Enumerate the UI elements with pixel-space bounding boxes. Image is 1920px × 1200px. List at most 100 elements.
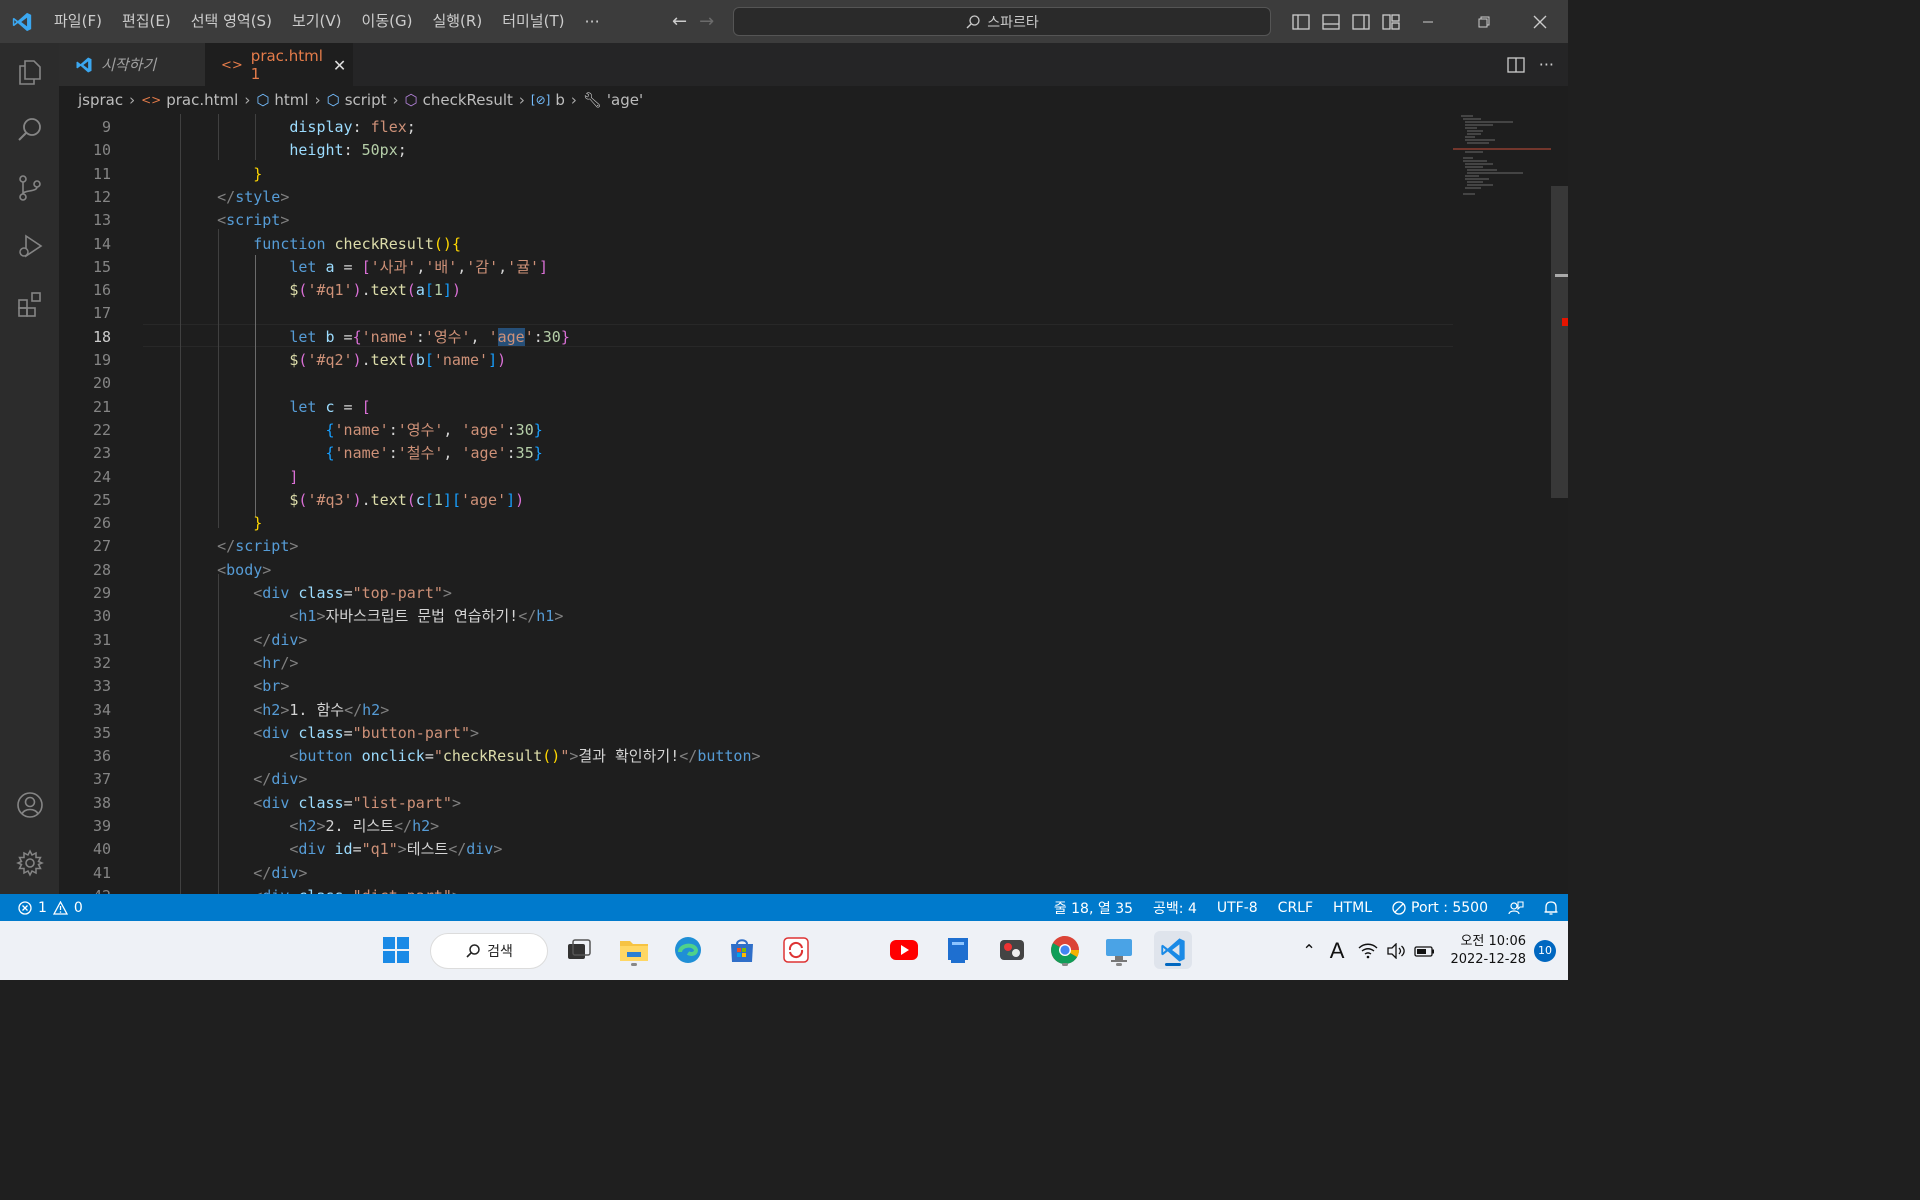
breadcrumb-variable[interactable]: [⊘] b bbox=[531, 91, 565, 109]
breadcrumb-function[interactable]: ⬡ checkResult bbox=[405, 91, 513, 109]
search-view-icon[interactable] bbox=[0, 101, 59, 159]
code-line[interactable]: </div> bbox=[181, 768, 307, 791]
close-window-icon[interactable] bbox=[1512, 0, 1568, 43]
breadcrumb-file[interactable]: <> prac.html bbox=[141, 91, 238, 109]
code-editor[interactable]: 9 10 11 12 13 14 15 16 17 18 19 20 21 22 23 24 25 26 27 28 2… bbox=[59, 114, 1568, 894]
code-line[interactable]: <h2>2. 리스트</h2> bbox=[181, 815, 439, 838]
task-view-icon[interactable] bbox=[560, 931, 598, 969]
feedback-icon[interactable] bbox=[1498, 900, 1534, 916]
restore-icon[interactable] bbox=[1456, 0, 1512, 43]
toggle-primary-sidebar-icon[interactable] bbox=[1290, 11, 1312, 33]
code-line[interactable]: <hr/> bbox=[181, 652, 298, 675]
eol-setting[interactable]: CRLF bbox=[1268, 900, 1323, 916]
code-line[interactable]: <div class="button-part"> bbox=[181, 722, 479, 745]
cursor-position[interactable]: 줄 18, 열 35 bbox=[1044, 898, 1143, 918]
youtube-icon[interactable] bbox=[885, 931, 923, 969]
code-line[interactable]: <h1>자바스크립트 문법 연습하기!</h1> bbox=[181, 605, 563, 628]
code-line[interactable]: $('#q3').text(c[1]['age']) bbox=[181, 489, 524, 512]
windows-start-icon[interactable] bbox=[377, 931, 415, 969]
menu-view[interactable]: 보기(V) bbox=[282, 0, 352, 43]
explorer-icon[interactable] bbox=[0, 43, 59, 101]
code-line[interactable]: <div class="dict-part"> bbox=[181, 885, 461, 894]
menu-selection[interactable]: 선택 영역(S) bbox=[181, 0, 282, 43]
code-line[interactable]: } bbox=[181, 163, 262, 186]
live-server-port[interactable]: Port : 5500 bbox=[1382, 900, 1498, 916]
code-line[interactable]: </script> bbox=[181, 535, 298, 558]
clock[interactable]: 오전 10:06 2022-12-28 bbox=[1450, 933, 1526, 969]
code-line[interactable]: {'name':'영수', 'age':30} bbox=[181, 419, 543, 442]
chevron-up-icon[interactable]: ⌃ bbox=[1302, 941, 1315, 960]
code-line[interactable]: $('#q1').text(a[1]) bbox=[181, 279, 461, 302]
volume-icon[interactable] bbox=[1386, 942, 1406, 959]
chrome-icon[interactable] bbox=[1046, 931, 1084, 969]
menu-run[interactable]: 실행(R) bbox=[422, 0, 492, 43]
encoding-setting[interactable]: UTF-8 bbox=[1207, 900, 1268, 916]
minimize-icon[interactable] bbox=[1400, 0, 1456, 43]
code-line[interactable]: <div class="top-part"> bbox=[181, 582, 452, 605]
taskbar-search[interactable]: 검색 bbox=[430, 933, 548, 969]
breadcrumb-html[interactable]: ⬡ html bbox=[256, 91, 308, 109]
code-line[interactable]: $('#q2').text(b['name']) bbox=[181, 349, 506, 372]
extensions-icon[interactable] bbox=[0, 275, 59, 333]
breadcrumb-property[interactable]: 🔧︎'age' bbox=[583, 91, 643, 109]
wifi-icon[interactable] bbox=[1358, 943, 1378, 959]
edge-browser-icon[interactable] bbox=[669, 931, 707, 969]
back-arrow-icon[interactable]: ← bbox=[672, 11, 687, 32]
close-tab-icon[interactable]: ✕ bbox=[333, 56, 346, 75]
code-line[interactable]: <div id="q1">테스트</div> bbox=[181, 838, 502, 861]
menu-edit[interactable]: 편집(E) bbox=[112, 0, 181, 43]
breadcrumb-folder[interactable]: jsprac bbox=[78, 91, 123, 109]
code-line[interactable]: <script> bbox=[181, 209, 289, 232]
notifications-bell-icon[interactable] bbox=[1534, 900, 1568, 916]
split-editor-icon[interactable] bbox=[1507, 56, 1525, 73]
menu-file[interactable]: 파일(F) bbox=[44, 0, 112, 43]
code-line[interactable]: <br> bbox=[181, 675, 289, 698]
indentation-setting[interactable]: 공백: 4 bbox=[1143, 898, 1207, 918]
notification-badge[interactable]: 10 bbox=[1534, 939, 1556, 962]
microsoft-store-icon[interactable] bbox=[723, 931, 761, 969]
file-explorer-icon[interactable] bbox=[615, 931, 653, 969]
source-control-icon[interactable] bbox=[0, 159, 59, 217]
tab-prac-html[interactable]: <> prac.html 1 ✕ bbox=[205, 43, 353, 86]
breadcrumb-script[interactable]: ⬡ script bbox=[327, 91, 387, 109]
code-line[interactable]: <h2>1. 함수</h2> bbox=[181, 699, 389, 722]
code-line[interactable]: <button onclick="checkResult()">결과 확인하기!… bbox=[181, 745, 760, 768]
code-line[interactable]: ] bbox=[181, 466, 298, 489]
sync-app-icon[interactable] bbox=[777, 931, 815, 969]
customize-layout-icon[interactable] bbox=[1380, 11, 1402, 33]
more-menu-button[interactable]: ··· bbox=[574, 12, 609, 31]
code-line[interactable]: } bbox=[181, 512, 262, 535]
switch-app-icon[interactable] bbox=[993, 931, 1031, 969]
code-line[interactable]: <body> bbox=[181, 559, 271, 582]
more-actions-icon[interactable]: ··· bbox=[1539, 55, 1554, 74]
accounts-icon[interactable] bbox=[0, 776, 59, 834]
code-line[interactable]: let c = [ bbox=[181, 396, 370, 419]
toggle-panel-icon[interactable] bbox=[1320, 11, 1342, 33]
battery-icon[interactable] bbox=[1414, 943, 1436, 959]
problems-indicator[interactable]: 1 0 bbox=[0, 900, 83, 916]
remote-desktop-icon[interactable] bbox=[1100, 931, 1138, 969]
run-debug-icon[interactable] bbox=[0, 217, 59, 275]
forward-arrow-icon[interactable]: → bbox=[699, 11, 714, 32]
code-line[interactable]: height: 50px; bbox=[181, 139, 406, 162]
book-app-icon[interactable] bbox=[939, 931, 977, 969]
language-mode[interactable]: HTML bbox=[1323, 900, 1382, 916]
tab-getting-started[interactable]: 시작하기 bbox=[59, 43, 205, 86]
ime-indicator[interactable]: A bbox=[1330, 938, 1345, 964]
code-line[interactable]: </div> bbox=[181, 862, 307, 885]
menu-go[interactable]: 이동(G) bbox=[352, 0, 423, 43]
code-line[interactable]: </style> bbox=[181, 186, 289, 209]
code-line[interactable]: display: flex; bbox=[181, 116, 415, 139]
vscode-taskbar-icon[interactable] bbox=[1154, 931, 1192, 969]
settings-gear-icon[interactable] bbox=[0, 834, 59, 892]
code-line[interactable]: let a = ['사과','배','감','귤'] bbox=[181, 256, 548, 279]
minimap[interactable] bbox=[1453, 114, 1551, 894]
toggle-secondary-sidebar-icon[interactable] bbox=[1350, 11, 1372, 33]
vertical-scrollbar-thumb[interactable] bbox=[1551, 186, 1568, 498]
code-line[interactable]: let b ={'name':'영수', 'age':30} bbox=[181, 326, 570, 349]
menu-terminal[interactable]: 터미널(T) bbox=[492, 0, 574, 43]
code-line[interactable]: </div> bbox=[181, 629, 307, 652]
code-line[interactable]: {'name':'철수', 'age':35} bbox=[181, 442, 543, 465]
command-center-search[interactable]: 스파르타 bbox=[733, 7, 1271, 36]
code-line[interactable]: <div class="list-part"> bbox=[181, 792, 461, 815]
